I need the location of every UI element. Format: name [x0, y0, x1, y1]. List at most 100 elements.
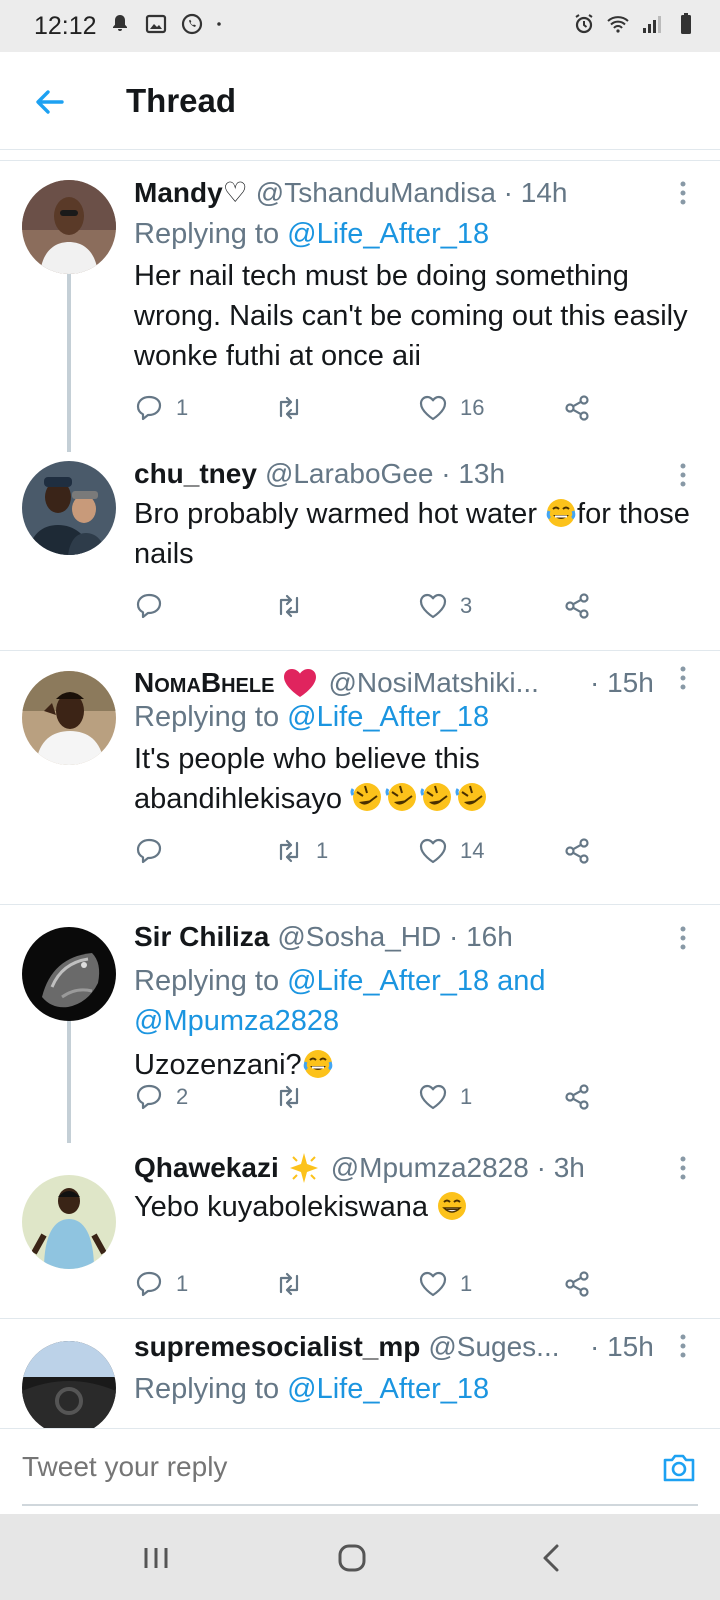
- gallery-icon: [145, 14, 167, 34]
- reply-button[interactable]: [134, 586, 176, 626]
- avatar[interactable]: [22, 461, 116, 555]
- share-button[interactable]: [562, 1077, 592, 1117]
- like-button[interactable]: 1: [418, 1077, 472, 1117]
- author-name[interactable]: supremesocialist_mp: [134, 1331, 420, 1363]
- handle-time: @LaraboGee · 13h: [264, 458, 506, 489]
- avatar[interactable]: [22, 671, 116, 765]
- like-count: 3: [460, 593, 473, 618]
- like-button[interactable]: 14: [418, 831, 484, 871]
- replying-to: Replying to @Life_After_18: [134, 214, 489, 254]
- rofl-emoji-icon: [350, 781, 488, 813]
- alarm-icon: [575, 14, 593, 34]
- tweet-actions: 1 16: [134, 388, 614, 428]
- more-options-icon[interactable]: [676, 1155, 690, 1183]
- more-options-icon[interactable]: [676, 1333, 690, 1361]
- reply-composer: [0, 1428, 720, 1514]
- avatar[interactable]: [22, 1175, 116, 1269]
- tweet-actions: 1 14: [134, 831, 614, 871]
- replying-to: Replying to @Life_After_18: [134, 1369, 489, 1409]
- reply-button[interactable]: 1: [134, 388, 188, 428]
- like-count: 1: [460, 1084, 473, 1109]
- tweet-text-part: abandihlekisayo: [134, 783, 351, 815]
- share-icon: [565, 1271, 589, 1297]
- recent-apps-icon[interactable]: [136, 1538, 176, 1578]
- reply-button[interactable]: 2: [134, 1077, 188, 1117]
- share-button[interactable]: [562, 831, 592, 871]
- grinning-emoji-icon: [438, 1192, 467, 1220]
- share-icon: [565, 838, 589, 864]
- replying-prefix: Replying to: [134, 218, 280, 250]
- more-options-icon[interactable]: [676, 925, 690, 953]
- like-count: 1: [460, 1271, 473, 1296]
- avatar[interactable]: [22, 180, 116, 274]
- reply-button[interactable]: [134, 831, 176, 871]
- home-icon[interactable]: [332, 1538, 372, 1578]
- back-nav-icon[interactable]: [532, 1538, 572, 1578]
- more-options-icon[interactable]: [676, 462, 690, 490]
- retweet-button[interactable]: [274, 1077, 316, 1117]
- like-button[interactable]: 16: [418, 388, 484, 428]
- status-time: 12:12: [34, 12, 97, 40]
- author-name[interactable]: Mandy♡: [134, 176, 248, 209]
- tweet-text: It's people who believe this abandihleki…: [134, 739, 694, 819]
- reply-button[interactable]: 1: [134, 1264, 188, 1304]
- tweet-actions: 1 1: [134, 1264, 614, 1304]
- battery-icon: [681, 13, 691, 34]
- author-name[interactable]: chu_tney: [134, 458, 257, 490]
- heart-icon: [419, 1084, 447, 1110]
- replying-to-link[interactable]: @Life_After_18 and: [287, 965, 545, 997]
- android-nav-bar: [0, 1514, 720, 1600]
- reply-count: 1: [176, 1271, 189, 1296]
- share-button[interactable]: [562, 1264, 592, 1304]
- camera-icon[interactable]: [660, 1449, 698, 1487]
- replying-prefix: Replying to: [134, 965, 280, 997]
- tweet-text-line: abandihlekisayo: [134, 779, 694, 819]
- retweet-button[interactable]: [274, 388, 316, 428]
- replying-to-link[interactable]: @Life_After_18: [287, 701, 489, 733]
- like-button[interactable]: 3: [418, 586, 472, 626]
- replying-to: Replying to @Life_After_18 and @Mpumza28…: [134, 961, 546, 1041]
- retweet-icon: [279, 594, 299, 618]
- author-name[interactable]: Qhawekazi: [134, 1152, 279, 1184]
- thread-header: Thread: [0, 52, 720, 150]
- reply-icon: [136, 1084, 162, 1110]
- tweet[interactable]: Mandy♡ @TshanduMandisa · 14h Replying to…: [0, 160, 720, 640]
- reply-count: 1: [176, 395, 189, 420]
- share-button[interactable]: [562, 388, 592, 428]
- red-heart-emoji-icon: [284, 669, 317, 697]
- like-button[interactable]: 1: [418, 1264, 472, 1304]
- retweet-count: 1: [316, 838, 329, 863]
- avatar[interactable]: [22, 1341, 116, 1428]
- tweet-time: · 15h: [590, 667, 654, 698]
- more-options-icon[interactable]: [676, 665, 690, 693]
- replying-prefix: Replying to: [134, 701, 280, 733]
- replying-to-link[interactable]: @Life_After_18: [287, 1373, 489, 1405]
- like-count: 14: [460, 838, 485, 863]
- page-title: Thread: [126, 82, 237, 119]
- signal-icon: [643, 16, 661, 33]
- tweet[interactable]: supremesocialist_mp @Suges... · 15h Repl…: [0, 1319, 720, 1428]
- handle-time: @Mpumza2828 · 3h: [330, 1152, 585, 1183]
- retweet-button[interactable]: 1: [274, 831, 328, 871]
- author-name[interactable]: NomaBhele: [134, 667, 274, 699]
- dot-icon: [217, 22, 221, 26]
- avatar[interactable]: [22, 927, 116, 1021]
- tweet-reply-input[interactable]: [22, 1451, 582, 1483]
- like-count: 16: [460, 395, 485, 420]
- author-name[interactable]: Sir Chiliza: [134, 921, 269, 953]
- retweet-button[interactable]: [274, 586, 316, 626]
- whatsapp-icon: [181, 13, 203, 35]
- retweet-button[interactable]: [274, 1264, 316, 1304]
- heart-icon: [419, 838, 447, 864]
- handle-time: @NosiMatshiki...: [328, 667, 539, 698]
- more-options-icon[interactable]: [676, 180, 690, 208]
- share-button[interactable]: [562, 586, 592, 626]
- tweet[interactable]: Sir Chiliza @Sosha_HD · 16h Replying to …: [0, 905, 720, 1317]
- tweet[interactable]: NomaBhele @NosiMatshiki... · 15h Replyin…: [0, 651, 720, 903]
- back-arrow-icon[interactable]: [30, 82, 70, 122]
- status-bar: 12:12: [0, 0, 720, 52]
- tears-of-joy-emoji-icon: [303, 1050, 332, 1078]
- replying-to-link[interactable]: @Mpumza2828: [134, 1005, 339, 1037]
- replying-to-link[interactable]: @Life_After_18: [287, 218, 489, 250]
- tweet-time: · 15h: [590, 1331, 654, 1362]
